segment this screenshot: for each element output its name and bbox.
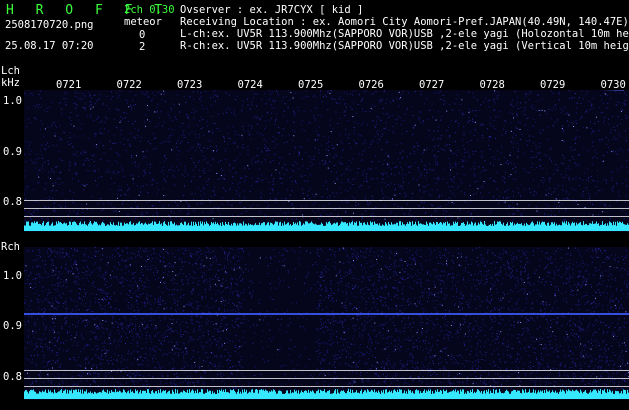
meteor-label: meteor: [124, 16, 162, 28]
lch-receiver-line: L-ch:ex. UV5R 113.900Mhz(SAPPORO VOR)USB…: [180, 28, 629, 40]
rch-label: Rch: [1, 241, 20, 253]
version-label: 2ch 0.30: [124, 4, 175, 16]
rch-receiver-line: R-ch:ex. UV5R 113.900Mhz(SAPPORO VOR)USB…: [180, 40, 629, 52]
time-label: 0726: [358, 79, 384, 91]
time-label: 0729: [540, 79, 566, 91]
rch-tick-1-0: 1.0: [3, 270, 22, 282]
rch-tick-0-9: 0.9: [3, 320, 22, 332]
lch-meteor-count: 0: [139, 29, 146, 41]
time-label: 0730: [600, 79, 626, 91]
time-label: 0728: [479, 79, 505, 91]
time-label: 0721: [56, 79, 82, 91]
time-label: 0727: [419, 79, 445, 91]
time-label: 0725: [298, 79, 324, 91]
image-filename: 2508170720.png: [5, 19, 94, 31]
rch-meteor-count: 2: [139, 41, 146, 53]
time-label: 0722: [116, 79, 142, 91]
rch-spectrogram-canvas: [24, 247, 629, 400]
lch-tick-0-9: 0.9: [3, 146, 22, 158]
lch-spectrogram-canvas: [24, 90, 629, 232]
lch-spectrogram: [24, 90, 629, 232]
location-line: Receiving Location : ex. Aomori City Aom…: [180, 16, 629, 28]
lch-tick-1-0: 1.0: [3, 95, 22, 107]
lch-label: Lch: [1, 65, 20, 77]
lch-tick-0-8: 0.8: [3, 196, 22, 208]
capture-datetime: 25.08.17 07:20: [5, 40, 94, 52]
rch-tick-0-8: 0.8: [3, 371, 22, 383]
time-label: 0724: [237, 79, 263, 91]
rch-spectrogram: [24, 247, 629, 400]
time-label: 0723: [177, 79, 203, 91]
observer-line: Ovserver : ex. JR7CYX [ kid ]: [180, 4, 364, 16]
lch-unit-label: kHz: [1, 77, 20, 89]
